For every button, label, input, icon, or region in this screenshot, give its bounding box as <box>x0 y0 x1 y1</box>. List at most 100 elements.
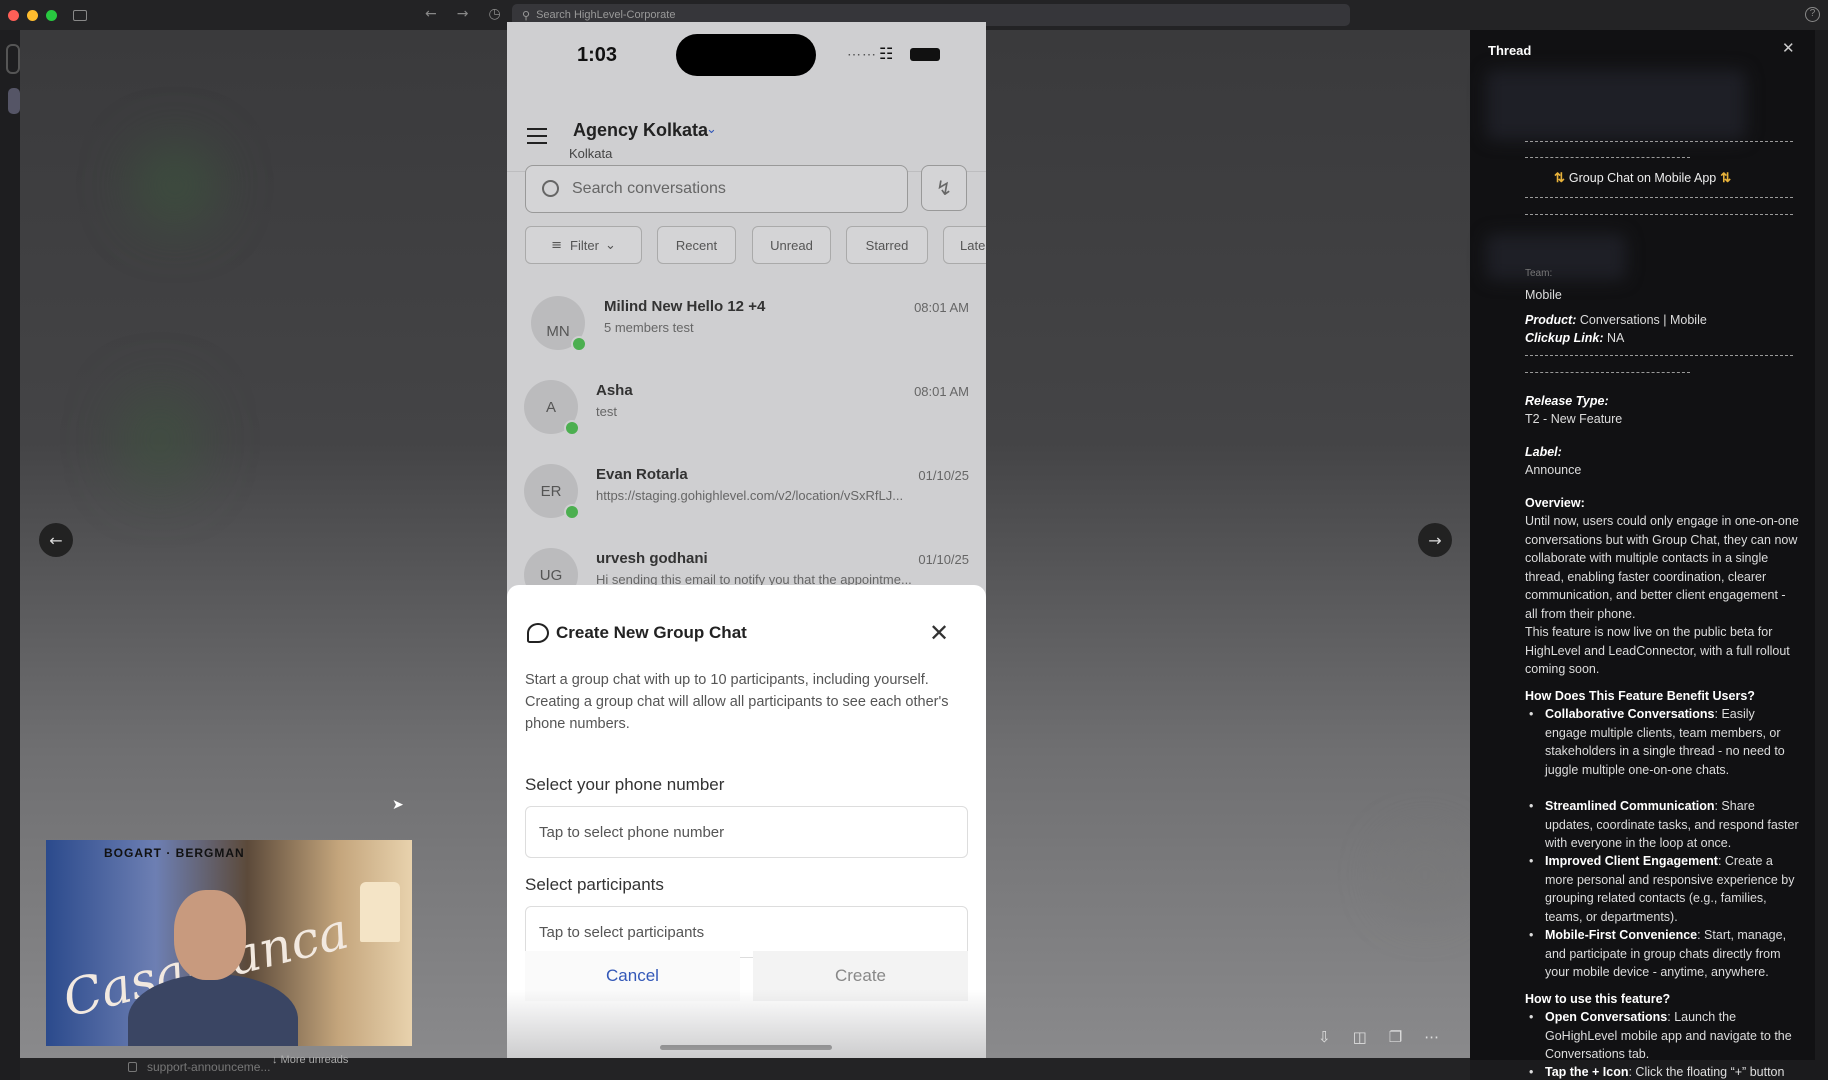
workspace-icon-secondary[interactable] <box>8 88 20 114</box>
modal-description: Start a group chat with up to 10 partici… <box>525 672 949 732</box>
avatar-initials: ER <box>540 482 562 500</box>
avatar-initials: A <box>545 398 556 416</box>
signal-icon: ⋯⋯ <box>847 46 877 62</box>
conversation-row[interactable]: MN Milind New Hello 12 +4 5 members test… <box>507 284 986 366</box>
conversation-preview: https://staging.gohighlevel.com/v2/locat… <box>596 488 904 503</box>
close-icon[interactable]: ✕ <box>929 619 949 647</box>
list-item-title: Mobile-First Convenience <box>1545 928 1698 942</box>
conversation-search-placeholder: Search conversations <box>572 180 726 197</box>
history-clock-icon[interactable]: ◷ <box>488 6 500 22</box>
list-item: Mobile-First Convenience: Start, manage,… <box>1529 926 1799 982</box>
list-item-title: Streamlined Communication <box>1545 799 1715 813</box>
conversation-row[interactable]: ER Evan Rotarla https://staging.gohighle… <box>507 452 986 534</box>
close-icon[interactable]: ✕ <box>1782 39 1795 57</box>
conversation-time: 08:01 AM <box>914 384 969 399</box>
media-viewer-actions: ⇩ ◫ ❐ ⋯ <box>1318 1028 1439 1046</box>
benefit-heading: How Does This Feature Benefit Users? <box>1525 689 1755 703</box>
conversation-time: 01/10/25 <box>918 552 969 567</box>
back-arrow-icon[interactable]: ← <box>425 6 437 22</box>
overview-paragraph: This feature is now live on the public b… <box>1525 625 1790 676</box>
filter-chip-label: Filter <box>570 237 599 253</box>
divider <box>1525 355 1793 356</box>
online-indicator <box>564 504 580 520</box>
workspace-icon[interactable] <box>6 44 20 74</box>
filter-chips: ≡ Filter ⌄ Recent Unread Starred Late <box>525 226 986 264</box>
divider <box>1525 214 1793 215</box>
thread-scrollbar[interactable] <box>1815 30 1828 1060</box>
unread-chip[interactable]: Unread <box>752 226 831 264</box>
window-controls <box>8 9 57 21</box>
blurred-message-header <box>1486 70 1746 140</box>
blurred-shape <box>120 390 200 490</box>
lock-icon <box>128 1062 137 1072</box>
label-label: Label: <box>1525 445 1562 459</box>
help-icon[interactable]: ? <box>1805 7 1820 22</box>
conversation-name: urvesh godhani <box>596 550 708 567</box>
late-chip[interactable]: Late <box>943 226 986 264</box>
workspace-search-placeholder: Search HighLevel-Corporate <box>536 9 676 21</box>
howto-heading: How to use this feature? <box>1525 992 1671 1006</box>
list-item: Collaborative Conversations: Easily enga… <box>1529 705 1799 779</box>
next-media-button[interactable]: → <box>1418 523 1452 557</box>
phone-screen: 1:03 ⋯⋯ ☷ Agency Kolkata ⌄ Kolkata Searc… <box>507 22 986 1060</box>
status-bar: 1:03 ⋯⋯ ☷ <box>507 22 986 82</box>
more-unreads-button[interactable]: ↓ More unreads <box>272 1054 348 1066</box>
list-item: Tap the + Icon: Click the floating “+” b… <box>1529 1063 1799 1080</box>
minimize-window-button[interactable] <box>27 9 38 21</box>
more-options-icon[interactable]: ⋯ <box>1424 1028 1439 1046</box>
copy-icon[interactable]: ❐ <box>1389 1028 1402 1046</box>
filter-sliders-icon: ≡ <box>551 237 563 253</box>
menu-icon[interactable] <box>527 128 547 149</box>
close-window-button[interactable] <box>8 9 19 21</box>
divider <box>1525 197 1793 198</box>
dynamic-island <box>676 34 816 76</box>
conversation-search-input[interactable]: Search conversations <box>525 165 908 213</box>
list-item-text: : Click the floating “+” button <box>1628 1065 1785 1079</box>
starred-chip[interactable]: Starred <box>846 226 928 264</box>
presenter-camera-video[interactable]: BOGART · BERGMAN Casablanca <box>46 840 412 1046</box>
clickup-line: Clickup Link: NA <box>1525 329 1800 348</box>
filter-chip[interactable]: ≡ Filter ⌄ <box>525 226 642 264</box>
participants-label: Select participants <box>525 875 664 894</box>
channel-name[interactable]: support-announceme... <box>147 1060 270 1074</box>
release-type-value: T2 - New Feature <box>1525 412 1623 426</box>
avatar: A <box>524 380 580 436</box>
headline-text: Group Chat on Mobile App <box>1568 171 1717 185</box>
agency-location: Kolkata <box>569 146 613 161</box>
conversation-preview: 5 members test <box>604 320 694 335</box>
online-indicator <box>564 420 580 436</box>
phone-number-label: Select your phone number <box>525 775 725 794</box>
forward-arrow-icon[interactable]: → <box>457 6 469 22</box>
wifi-icon: ☷ <box>879 46 894 63</box>
clickup-value: NA <box>1606 331 1625 345</box>
divider <box>1525 372 1690 373</box>
overview-paragraph: Until now, users could only engage in on… <box>1525 514 1799 621</box>
lamp-image <box>360 882 400 942</box>
quick-actions-icon[interactable]: ↯ <box>921 165 967 211</box>
modal-title: Create New Group Chat <box>556 623 747 642</box>
clock: 1:03 <box>577 44 618 66</box>
previous-media-button[interactable]: ← <box>39 523 73 557</box>
zoom-window-button[interactable] <box>46 9 57 21</box>
blurred-shape <box>1380 830 1470 920</box>
avatar-initials: UG <box>539 566 563 584</box>
overview-label: Overview: <box>1525 496 1585 510</box>
sidebar-toggle-icon[interactable] <box>73 9 87 21</box>
workspace-rail <box>0 30 20 1080</box>
blurred-shape <box>130 140 220 230</box>
product-value: Conversations | Mobile <box>1579 313 1707 327</box>
conversation-row[interactable]: A Asha test 08:01 AM <box>507 368 986 450</box>
download-icon[interactable]: ⇩ <box>1318 1028 1331 1046</box>
agency-switcher[interactable]: Agency Kolkata <box>573 120 708 141</box>
clickup-label: Clickup Link: <box>1525 331 1604 345</box>
release-type-label: Release Type: <box>1525 394 1609 408</box>
recent-chip[interactable]: Recent <box>657 226 736 264</box>
list-item: Improved Client Engagement: Create a mor… <box>1529 852 1799 926</box>
list-item: Open Conversations: Launch the GoHighLev… <box>1529 1008 1799 1064</box>
chevron-down-icon[interactable]: ⌄ <box>706 122 717 137</box>
avatar: MN <box>531 296 587 352</box>
avatar: ER <box>524 464 580 520</box>
sidebar-panel-icon[interactable]: ◫ <box>1353 1028 1367 1046</box>
phone-number-select[interactable]: Tap to select phone number <box>525 806 968 858</box>
search-icon <box>542 180 559 197</box>
